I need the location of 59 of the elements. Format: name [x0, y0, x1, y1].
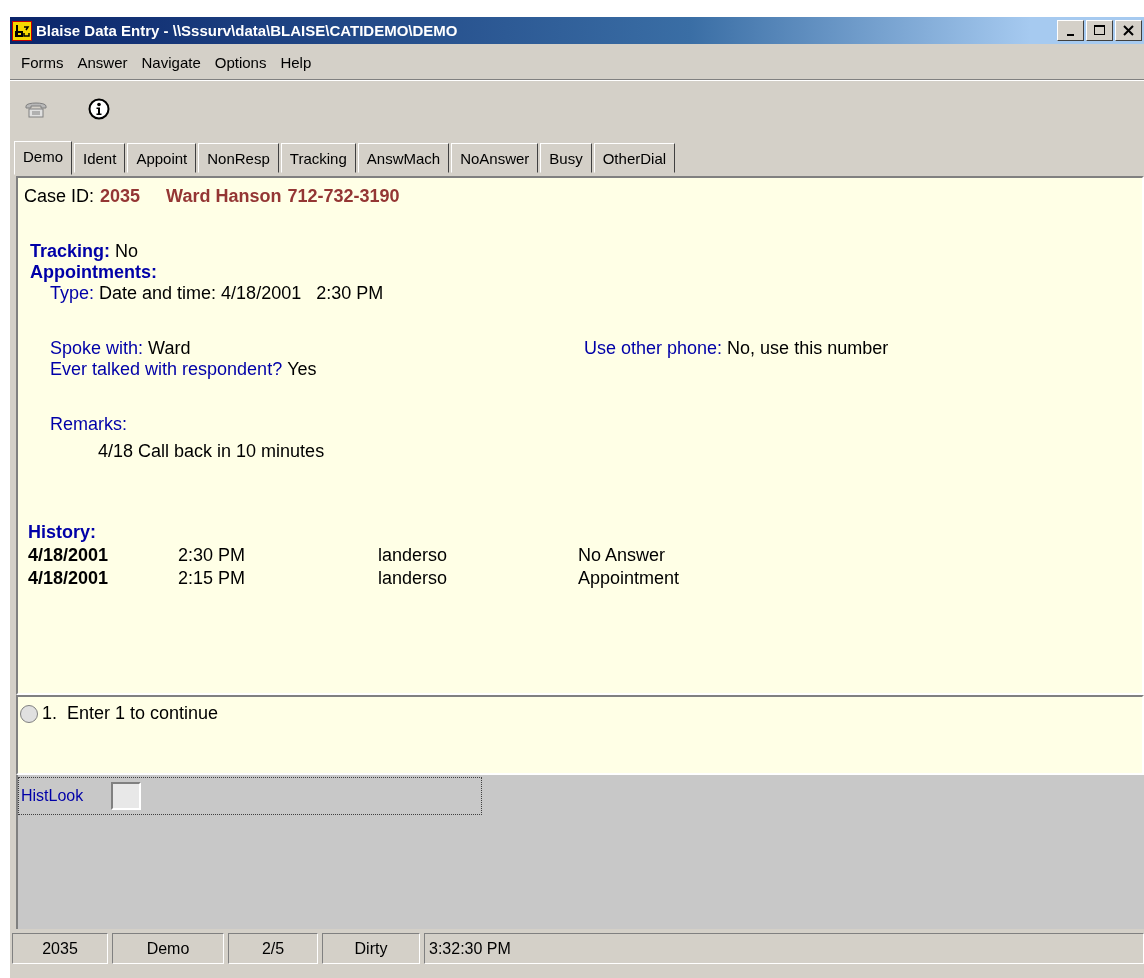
section-heading: History: — [28, 522, 97, 543]
history-cell-text: Appointment — [578, 568, 681, 589]
status-panel: Demo — [112, 933, 224, 964]
history-cell-text: 4/18/2001 — [28, 545, 110, 566]
field-label: Type: — [50, 283, 95, 304]
field-value: Yes — [287, 359, 317, 380]
maximize-button[interactable] — [1086, 20, 1113, 41]
option-number: 1. — [42, 703, 57, 724]
info-button[interactable] — [88, 98, 110, 120]
history-cell-text: 2:15 PM — [178, 568, 247, 589]
window-title: Blaise Data Entry - \\Sssurv\data\BLAISE\CATIDEMO\DEMO — [36, 22, 459, 39]
field-label: HistLook — [21, 787, 84, 805]
menu-item[interactable]: Help — [273, 52, 319, 73]
option-label: Enter 1 to continue — [67, 703, 219, 724]
tab[interactable]: Demo — [14, 141, 72, 175]
field-value: Date and time: 4/18/2001 2:30 PM — [99, 283, 384, 304]
menu-item[interactable]: Answer — [70, 52, 135, 73]
field-label: Use other phone: — [584, 338, 723, 359]
phone-number: 712-732-3190 — [287, 186, 400, 207]
close-icon — [1121, 24, 1136, 37]
minimize-button[interactable] — [1057, 20, 1084, 41]
status-panel: 2/5 — [228, 933, 318, 964]
case-id: 2035 — [100, 186, 141, 207]
tab[interactable]: Ident — [74, 143, 126, 173]
tab[interactable]: OtherDial — [593, 143, 676, 173]
tab[interactable]: Busy — [540, 143, 592, 173]
close-button[interactable] — [1115, 20, 1142, 41]
tab[interactable]: Tracking — [280, 143, 356, 173]
history-cell-text: 4/18/2001 — [28, 568, 110, 589]
field-label: Spoke with: — [50, 338, 144, 359]
input-field[interactable] — [111, 782, 142, 810]
status-panel: 3:32:30 PM — [424, 933, 1144, 964]
field-label: Tracking: — [30, 241, 111, 262]
remark-text: 4/18 Call back in 10 minutes — [97, 441, 326, 462]
field-label: Remarks: — [50, 414, 128, 435]
field-label: Ever talked with respondent? — [50, 359, 283, 380]
maximize-icon — [1092, 24, 1107, 37]
app-icon — [12, 20, 32, 41]
section-heading: Appointments: — [30, 262, 158, 283]
history-cell-text: landerso — [378, 545, 449, 566]
field-value: Ward — [148, 338, 191, 359]
history-cell-text: landerso — [378, 568, 449, 589]
respondent-name: Ward Hanson — [166, 186, 282, 207]
tab[interactable]: AnswMach — [357, 143, 450, 173]
history-cell-text: 2:30 PM — [178, 545, 247, 566]
menu-item[interactable]: Navigate — [134, 52, 208, 73]
minimize-icon — [1067, 33, 1074, 36]
menu-item[interactable]: Options — [207, 52, 274, 73]
field-value: No, use this number — [727, 338, 889, 359]
menu-item[interactable]: Forms — [14, 52, 71, 73]
tab[interactable]: NonResp — [198, 143, 279, 173]
status-panel: 2035 — [12, 933, 108, 964]
case-id-label: Case ID: — [24, 186, 95, 207]
tab[interactable]: Appoint — [127, 143, 197, 173]
history-cell-text: No Answer — [578, 545, 667, 566]
status-panel: Dirty — [322, 933, 420, 964]
radio-button[interactable] — [20, 704, 38, 723]
tab[interactable]: NoAnswer — [451, 143, 539, 173]
field-value: No — [115, 241, 139, 262]
